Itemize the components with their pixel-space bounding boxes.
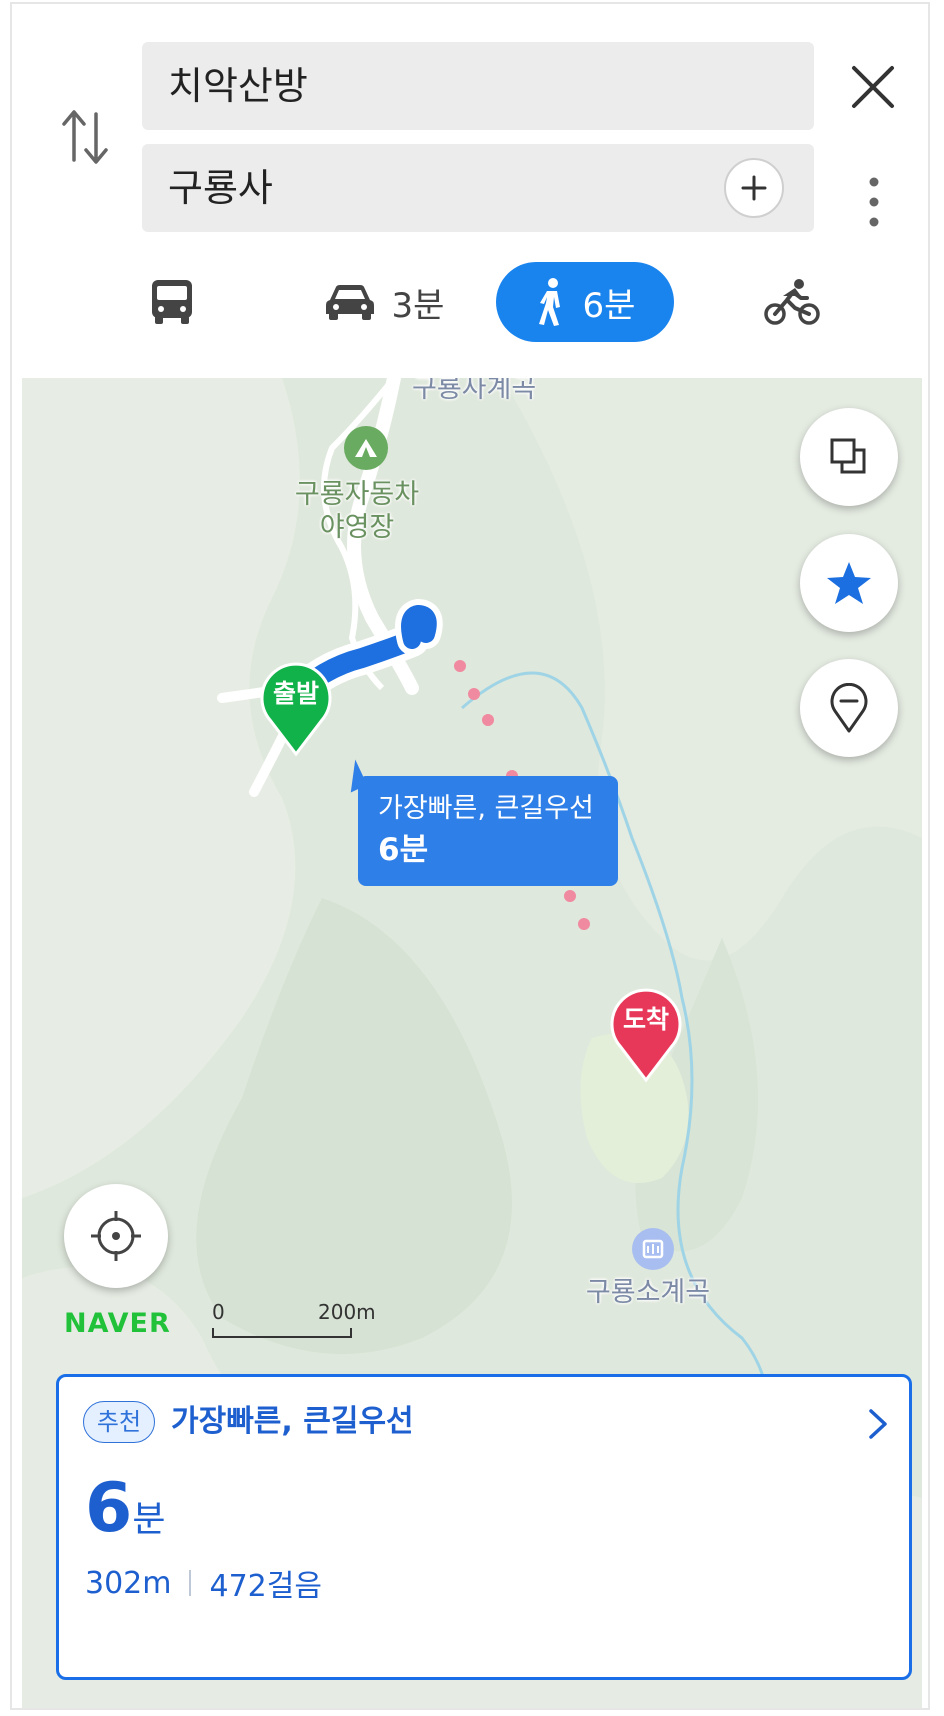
close-icon[interactable]: [848, 62, 898, 112]
route-result-card[interactable]: 추천 가장빠른, 큰길우선 6분 302m 472걸음: [56, 1374, 912, 1680]
end-marker[interactable]: 도착: [608, 984, 684, 1084]
tab-walk[interactable]: 6분: [496, 262, 674, 342]
swap-icon[interactable]: [60, 104, 112, 168]
naver-logo: NAVER: [64, 1308, 171, 1339]
valley-icon[interactable]: [632, 1228, 674, 1270]
start-marker[interactable]: 출발: [258, 658, 334, 758]
tab-bus[interactable]: [132, 262, 212, 342]
map-scale: 0 200m: [212, 1300, 382, 1340]
camping-icon[interactable]: [344, 426, 388, 470]
tab-car[interactable]: 3분: [304, 262, 464, 342]
map-label-valley-bottom: 구룡소계곡: [585, 1277, 711, 1308]
route-tooltip[interactable]: 가장빠른, 큰길우선 6분: [338, 759, 618, 886]
tab-bike[interactable]: [752, 262, 832, 342]
travel-mode-tabs: 3분 6분: [12, 262, 928, 342]
current-location-button[interactable]: [64, 1184, 168, 1288]
app-frame: 치악산방 구룡사 3분 6분 구룡사계곡 구룡자동차 야영장 구룡소계곡 출발 …: [10, 2, 930, 1710]
recommend-badge: 추천: [83, 1401, 155, 1443]
car-time: 3분: [391, 285, 445, 326]
route-tooltip-title: 가장빠른, 큰길우선: [378, 793, 594, 824]
layers-icon: [830, 438, 866, 474]
bike-icon: [764, 279, 820, 325]
add-waypoint-button[interactable]: [724, 158, 784, 218]
bus-icon: [152, 280, 192, 324]
locate-icon: [91, 1211, 141, 1261]
origin-field[interactable]: 치악산방: [142, 42, 814, 130]
route-title: 가장빠른, 큰길우선: [171, 1404, 414, 1439]
route-time: 6분: [85, 1469, 166, 1548]
pin-button[interactable]: [800, 659, 898, 757]
destination-field[interactable]: 구룡사: [142, 144, 814, 232]
chevron-right-icon[interactable]: [865, 1407, 891, 1441]
route-steps: 472걸음: [209, 1569, 322, 1604]
more-icon[interactable]: [862, 174, 886, 230]
car-icon: [325, 285, 374, 320]
route-meta: 302m 472걸음: [85, 1561, 322, 1605]
map-label-valley-top: 구룡사계곡: [412, 378, 537, 404]
map-label-campground: 구룡자동차 야영장: [294, 479, 420, 543]
plus-icon: [741, 175, 767, 201]
origin-text: 치악산방: [168, 64, 308, 108]
walk-time: 6분: [582, 285, 636, 326]
walk-icon: [538, 278, 560, 326]
favorite-button[interactable]: [800, 534, 898, 632]
destination-text: 구룡사: [168, 166, 273, 210]
layers-button[interactable]: [800, 408, 898, 506]
pin-icon: [830, 683, 868, 733]
route-tooltip-time: 6분: [378, 832, 429, 868]
route-distance: 302m: [85, 1565, 172, 1601]
star-icon: [827, 562, 871, 604]
